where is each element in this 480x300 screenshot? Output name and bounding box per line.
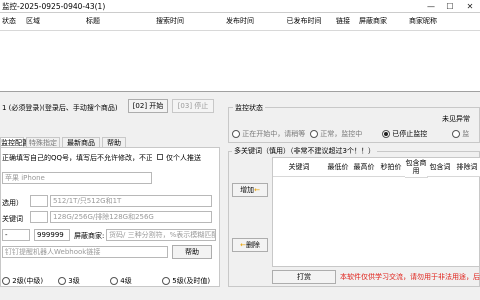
maximize-icon[interactable]: ☐ [442,0,458,13]
level-2-option[interactable]: 2级(中级) [2,276,43,286]
kw-col-max-price[interactable]: 最高价 [351,158,378,177]
column-header-filler [456,13,480,31]
monitor-status-label: 监控状态 [233,103,265,113]
kw-col-include-words[interactable]: 包含词 [427,158,454,177]
window-title: 监控-2025-0925-0940-43(1) [2,2,106,11]
disclaimer-notice: 本软件仅供学习交流，请勿用于非法用途，后果 [340,273,480,281]
minimize-icon[interactable]: — [423,0,439,13]
kw-col-keyword[interactable]: 关键词 [273,158,326,177]
tab-latest-items[interactable]: 最新商品 [62,137,100,147]
results-table[interactable]: 状态 区域 标题 搜索时间 发布时间 已发布时间 链接 屏蔽商家 商家昵称 [0,13,480,92]
add-keyword-label: 增加 [240,186,255,194]
price-max-input[interactable]: 999999 [34,229,70,241]
keyword-table[interactable]: 关键词 最低价 最高价 秒拍价 包含商用 包含词 排除词 [272,157,480,267]
column-header-seller-nickname[interactable]: 商家昵称 [390,13,457,31]
level-4-option[interactable]: 4级 [110,276,132,286]
column-header-publish-time[interactable]: 发布时间 [202,13,279,31]
kw-col-min-price[interactable]: 最低价 [325,158,352,177]
status-running-radio[interactable] [310,130,318,138]
only-personal-label: 仅个人推送 [166,154,201,162]
start-button[interactable]: [02] 开始 [128,99,168,113]
tab-help[interactable]: 帮助 [102,137,126,147]
column-header-region[interactable]: 区域 [18,13,49,31]
status-extra-label: 监 [462,130,470,138]
add-keyword-button[interactable]: 增加← [232,183,268,197]
column-header-search-time[interactable]: 搜索时间 [138,13,203,31]
status-running-label: 正常，监控中 [320,130,363,138]
tab-special[interactable]: 特殊指定 [26,137,60,147]
status-stopped-radio[interactable] [382,130,390,138]
storage-select[interactable] [30,195,48,207]
level-5-label: 5级(及时值) [172,277,211,285]
delete-keyword-button[interactable]: ←删除 [232,238,268,252]
stop-button[interactable]: [03] 停止 [172,99,214,113]
column-header-status[interactable]: 状态 [0,13,19,31]
status-right-text: 未见异常 [442,115,470,123]
title-bar: 监控-2025-0925-0940-43(1) — ☐ ✕ [0,0,480,13]
tip-button[interactable]: 打赏 [272,270,336,284]
help-button[interactable]: 帮助 [172,245,212,259]
level-4-label: 4级 [120,277,132,285]
block-seller-input[interactable]: 货码/ 三种分割符，%表示模糊匹配 [106,229,216,241]
level-4-radio[interactable] [110,277,118,285]
level-5-radio[interactable] [162,277,170,285]
status-stopped-label: 已停止监控 [392,130,428,138]
multi-keyword-label: 多关键词（慎用）（非常不建议超过3个！！） [232,146,377,156]
level-3-radio[interactable] [58,277,66,285]
column-header-title[interactable]: 标题 [48,13,139,31]
arrow-left-icon: ← [254,186,260,194]
block-seller-label: 屏蔽商家: [74,232,105,240]
login-hint[interactable]: 1 (必须登录)(登录后、手动搜个商品) [2,103,118,113]
storage-filter-input[interactable]: 512/1T/只512G和1T [50,195,212,207]
column-header-elapsed-time[interactable]: 已发布时间 [278,13,331,31]
level-2-label: 2级(中级) [12,277,44,285]
column-header-link[interactable]: 链接 [330,13,357,31]
status-extra-radio[interactable] [452,130,460,138]
keyword-exclude-input[interactable]: 128G/256G/排除128G和256G [50,211,212,223]
level-5-option[interactable]: 5级(及时值) [162,276,210,286]
status-starting-radio[interactable] [232,130,240,138]
level-3-option[interactable]: 3级 [58,276,80,286]
price-min-input[interactable]: - [2,229,30,241]
status-starting-label: 正在开始中，请稍等 [242,130,306,138]
kw-col-exclude-words[interactable]: 排除词 [453,158,480,177]
delete-keyword-label: 删除 [245,241,260,249]
keyword-input[interactable]: 苹果 iPhone [2,172,152,184]
status-stopped-option[interactable]: 已停止监控 [382,129,427,139]
status-starting-option[interactable]: 正在开始中，请稍等 [232,129,305,139]
webhook-input[interactable]: 钉钉提醒机器人Webhook链接 [2,246,168,258]
status-extra-option[interactable]: 监 [452,129,469,139]
storage-label: 选用） [2,199,23,207]
only-personal-checkbox[interactable] [157,154,163,160]
tab-monitor-config[interactable]: 监控配置 [0,137,29,147]
level-2-radio[interactable] [2,277,10,285]
status-running-option[interactable]: 正常，监控中 [310,129,362,139]
level-3-label: 3级 [68,277,80,285]
column-header-block-seller[interactable]: 屏蔽商家 [356,13,391,31]
kw-col-snipe-price[interactable]: 秒拍价 [377,158,406,177]
kw-col-include-commercial[interactable]: 包含商用 [405,158,428,178]
qq-hint: 正确填写自己的QQ号，填写后不允许修改，不正... [2,154,152,162]
keyword-filter-label: 关键词 [2,215,23,223]
keyword-filter-select[interactable] [30,211,48,223]
close-icon[interactable]: ✕ [462,0,478,13]
